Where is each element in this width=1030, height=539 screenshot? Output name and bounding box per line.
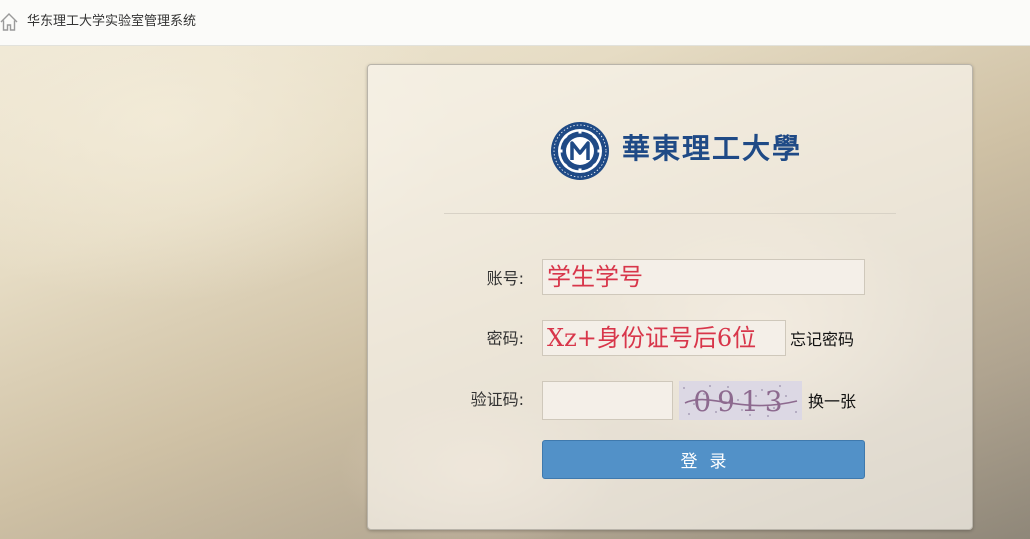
account-label: 账号:	[486, 269, 524, 288]
captcha-image[interactable]: 0913	[679, 381, 802, 420]
refresh-captcha-link[interactable]: 换一张	[808, 391, 856, 413]
home-icon[interactable]	[0, 12, 18, 32]
login-panel: 華東理工大學 账号: 密码: 忘记密码 验证码: 0913 换一张 登录	[367, 64, 973, 530]
university-name: 華東理工大學	[622, 132, 803, 165]
top-bar: 华东理工大学实验室管理系统	[0, 0, 1030, 46]
captcha-text: 0913	[693, 385, 788, 418]
login-button[interactable]: 登录	[542, 440, 865, 479]
captcha-input[interactable]	[542, 381, 673, 420]
divider	[444, 213, 896, 214]
university-logo-icon	[551, 122, 609, 180]
forgot-password-link[interactable]: 忘记密码	[790, 329, 854, 351]
password-input[interactable]	[542, 320, 786, 356]
captcha-label: 验证码:	[470, 390, 524, 409]
password-label: 密码:	[486, 329, 524, 348]
account-input[interactable]	[542, 259, 865, 295]
app-title: 华东理工大学实验室管理系统	[27, 14, 197, 29]
